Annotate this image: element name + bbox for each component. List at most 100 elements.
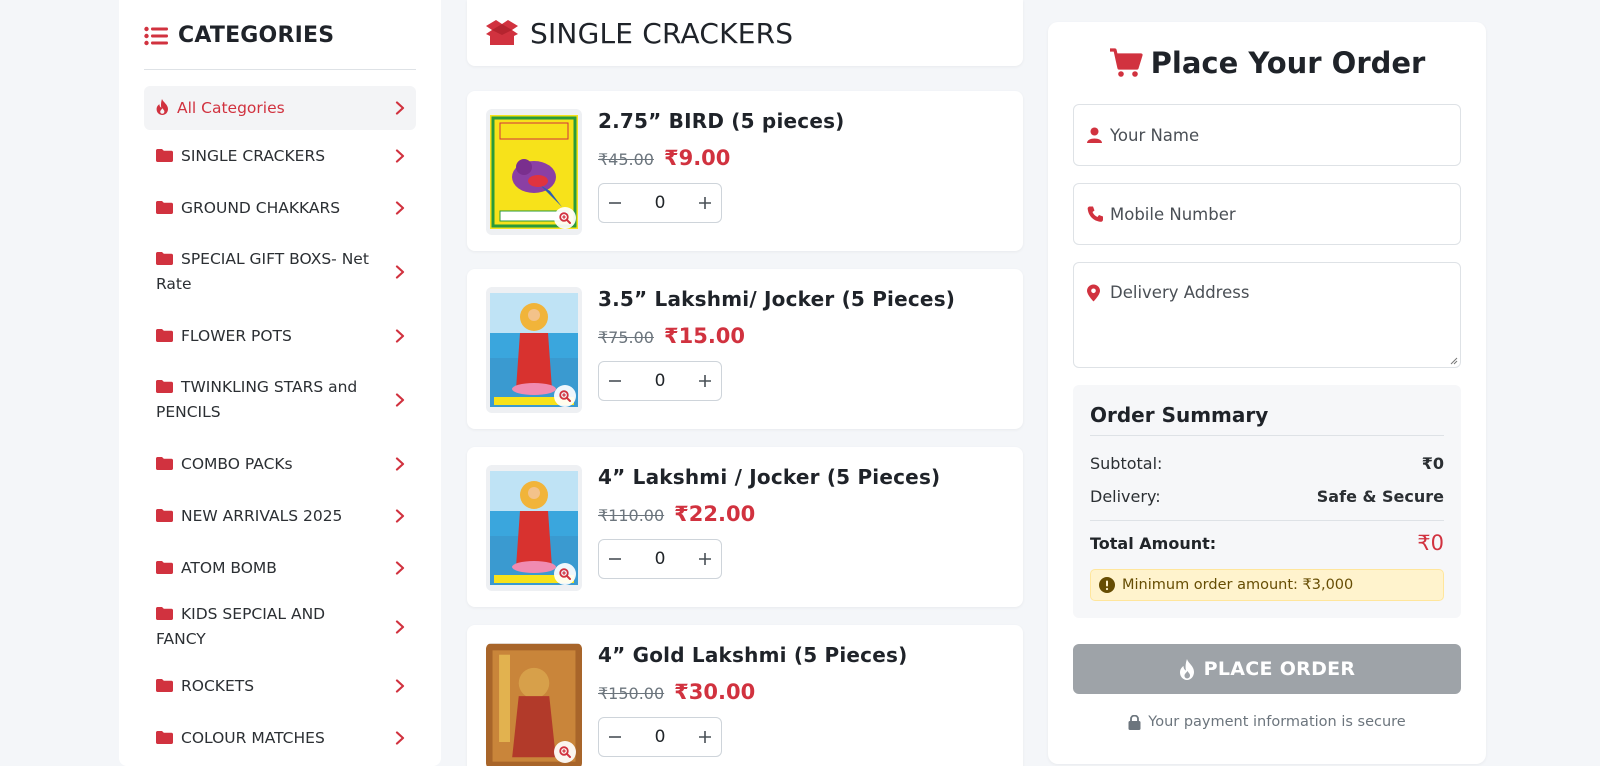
product-card: 4” Lakshmi / Jocker (5 Pieces) ₹110.00 ₹… [467, 447, 1023, 607]
folder-icon [156, 380, 173, 393]
decrease-quantity-button[interactable] [599, 362, 631, 400]
increase-quantity-button[interactable] [689, 362, 721, 400]
categories-sidebar: CATEGORIES All Categories SINGLE CRACKERS… [119, 0, 441, 766]
order-header: Place Your Order [1073, 22, 1461, 104]
subtotal-label: Subtotal: [1090, 454, 1163, 473]
chevron-right-icon [395, 457, 405, 471]
category-label-text: ATOM BOMB [181, 558, 277, 577]
product-thumbnail[interactable] [486, 465, 582, 591]
decrease-quantity-button[interactable] [599, 540, 631, 578]
category-item[interactable]: COMBO PACKs [144, 438, 416, 490]
mobile-placeholder: Mobile Number [1110, 204, 1236, 224]
product-card: 4” Gold Lakshmi (5 Pieces) ₹150.00 ₹30.0… [467, 625, 1023, 766]
category-label: SPECIAL GIFT BOXS- Net Rate [156, 247, 376, 297]
zoom-button[interactable] [554, 207, 576, 229]
category-label-text: KIDS SEPCIAL AND FANCY [156, 605, 326, 648]
quantity-value[interactable]: 0 [631, 727, 689, 747]
chevron-right-icon [395, 731, 405, 745]
increase-quantity-button[interactable] [689, 718, 721, 756]
address-field[interactable]: Delivery Address [1073, 262, 1461, 368]
delivery-row: Delivery: Safe & Secure [1090, 487, 1444, 506]
search-plus-icon [559, 746, 571, 758]
decrease-quantity-button[interactable] [599, 184, 631, 222]
category-label: COMBO PACKs [156, 452, 293, 477]
list-icon [144, 26, 168, 45]
product-thumbnail[interactable] [486, 287, 582, 413]
product-thumbnail[interactable] [486, 643, 582, 766]
quantity-stepper: 0 [598, 717, 722, 757]
category-label-text: TWINKLING STARS and PENCILS [156, 378, 358, 421]
section-title: SINGLE CRACKERS [530, 16, 794, 50]
lock-icon [1128, 714, 1141, 730]
mobile-field[interactable]: Mobile Number [1073, 183, 1461, 245]
quantity-stepper: 0 [598, 183, 722, 223]
category-item[interactable]: FLOWER POTS [144, 310, 416, 362]
category-item[interactable]: SPECIAL GIFT BOXS- Net Rate [144, 234, 416, 310]
product-card: 2.75” BIRD (5 pieces) ₹45.00 ₹9.00 0 [467, 91, 1023, 251]
name-placeholder: Your Name [1110, 125, 1200, 145]
zoom-button[interactable] [554, 741, 576, 763]
place-order-button[interactable]: PLACE ORDER [1073, 644, 1461, 694]
category-label: NEW ARRIVALS 2025 [156, 504, 342, 529]
chevron-right-icon [395, 149, 405, 163]
quantity-value[interactable]: 0 [631, 371, 689, 391]
category-label-text: ROCKETS [181, 676, 255, 695]
total-value: ₹0 [1417, 531, 1444, 555]
category-item[interactable]: SINGLE CRACKERS [144, 130, 416, 182]
category-label: FLOWER POTS [156, 324, 292, 349]
category-item[interactable]: NEW ARRIVALS 2025 [144, 490, 416, 542]
decrease-quantity-button[interactable] [599, 718, 631, 756]
category-item[interactable]: ROCKETS [144, 660, 416, 712]
product-name: 3.5” Lakshmi/ Jocker (5 Pieces) [598, 287, 956, 311]
product-thumbnail[interactable] [486, 109, 582, 235]
categories-header: CATEGORIES [144, 0, 416, 70]
zoom-button[interactable] [554, 563, 576, 585]
increase-quantity-button[interactable] [689, 184, 721, 222]
fire-icon [156, 98, 168, 115]
folder-icon [156, 328, 173, 342]
increase-quantity-button[interactable] [689, 540, 721, 578]
folder-icon [156, 678, 173, 692]
delivery-label: Delivery: [1090, 487, 1161, 506]
chevron-right-icon [395, 393, 405, 407]
product-prices: ₹110.00 ₹22.00 [598, 502, 755, 526]
category-item[interactable]: ATOM BOMB [144, 542, 416, 594]
chevron-right-icon [395, 265, 405, 279]
zoom-button[interactable] [554, 385, 576, 407]
category-label: GROUND CHAKKARS [156, 196, 340, 221]
sale-price: ₹30.00 [674, 680, 756, 704]
folder-icon [156, 730, 173, 744]
category-item[interactable]: GROUND CHAKKARS [144, 182, 416, 234]
products-section: SINGLE CRACKERS 2.75” BIRD (5 pieces) ₹4… [467, 0, 1023, 766]
category-label: TWINKLING STARS and PENCILS [156, 375, 376, 425]
product-prices: ₹75.00 ₹15.00 [598, 324, 745, 348]
box-open-icon [486, 20, 518, 45]
category-label-text: FLOWER POTS [181, 326, 292, 345]
search-plus-icon [559, 390, 571, 402]
category-label-text: GROUND CHAKKARS [181, 198, 341, 217]
sale-price: ₹15.00 [663, 324, 746, 348]
category-item[interactable]: All Categories [144, 86, 416, 130]
fire-icon [1179, 658, 1194, 680]
category-label: SINGLE CRACKERS [156, 144, 325, 169]
resize-handle-icon[interactable] [1450, 357, 1458, 365]
minimum-order-text: Minimum order amount: ₹3,000 [1122, 577, 1354, 593]
category-item[interactable]: KIDS SEPCIAL AND FANCY [144, 594, 416, 660]
sale-price: ₹9.00 [663, 146, 731, 170]
category-item[interactable]: TWINKLING STARS and PENCILS [144, 362, 416, 438]
quantity-value[interactable]: 0 [631, 193, 689, 213]
category-item[interactable]: COLOUR MATCHES [144, 712, 416, 764]
name-field[interactable]: Your Name [1073, 104, 1461, 166]
minus-icon [609, 202, 621, 204]
sale-price: ₹22.00 [674, 502, 756, 526]
user-icon [1087, 127, 1102, 143]
subtotal-row: Subtotal: ₹0 [1090, 454, 1444, 473]
chevron-right-icon [395, 620, 405, 634]
chevron-right-icon [395, 509, 405, 523]
category-label-text: SINGLE CRACKERS [181, 146, 326, 165]
minimum-order-alert: Minimum order amount: ₹3,000 [1090, 569, 1444, 601]
category-label: ROCKETS [156, 674, 254, 699]
quantity-value[interactable]: 0 [631, 549, 689, 569]
quantity-stepper: 0 [598, 539, 722, 579]
place-order-label: PLACE ORDER [1203, 658, 1356, 680]
